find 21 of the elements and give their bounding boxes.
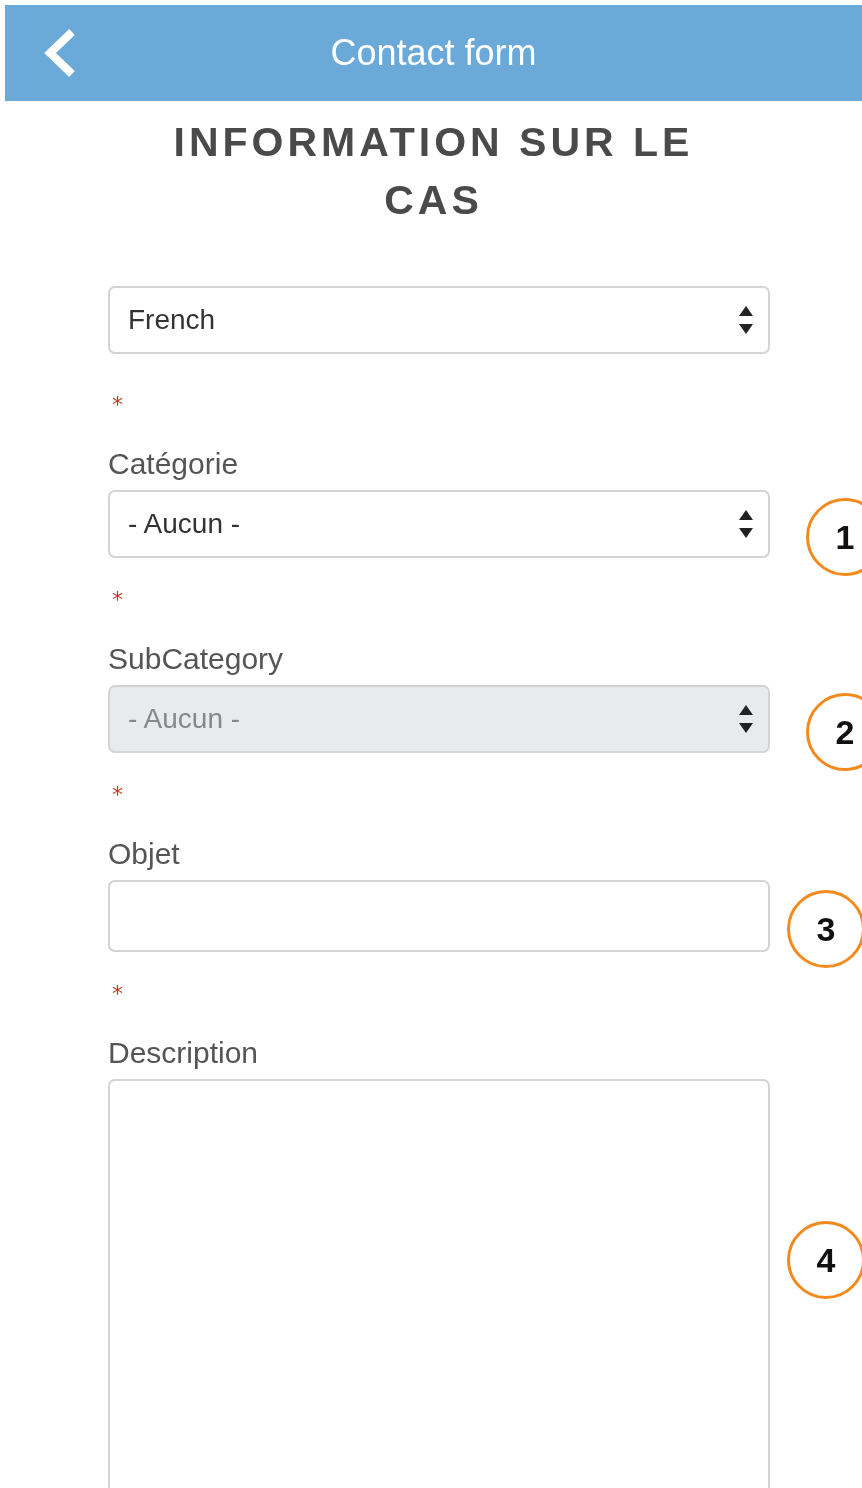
dropdown-arrows-icon: [738, 508, 754, 540]
section-heading: INFORMATION SUR LE CAS: [172, 118, 695, 225]
required-asterisk: *: [111, 781, 123, 809]
dropdown-select[interactable]: - Aucun -: [108, 490, 770, 558]
field-label: Catégorie: [108, 446, 239, 482]
field-label: SubCategory: [108, 641, 284, 677]
dropdown-select[interactable]: French: [108, 286, 770, 354]
text-input-field[interactable]: [108, 880, 770, 952]
textarea-field[interactable]: [108, 1079, 770, 1488]
annotation-marker: 2: [806, 693, 862, 771]
header-title: Contact form: [330, 32, 537, 74]
annotation-marker: 1: [806, 498, 862, 576]
annotation-marker: 3: [787, 890, 862, 968]
dropdown-arrows-icon: [738, 703, 754, 735]
field-label: Description: [108, 1035, 259, 1071]
required-asterisk: *: [111, 980, 123, 1008]
annotation-marker: 4: [787, 1221, 862, 1299]
field-label: Objet: [108, 836, 180, 872]
required-asterisk: *: [111, 391, 123, 419]
dropdown-arrows-icon: [738, 304, 754, 336]
required-asterisk: *: [111, 586, 123, 614]
